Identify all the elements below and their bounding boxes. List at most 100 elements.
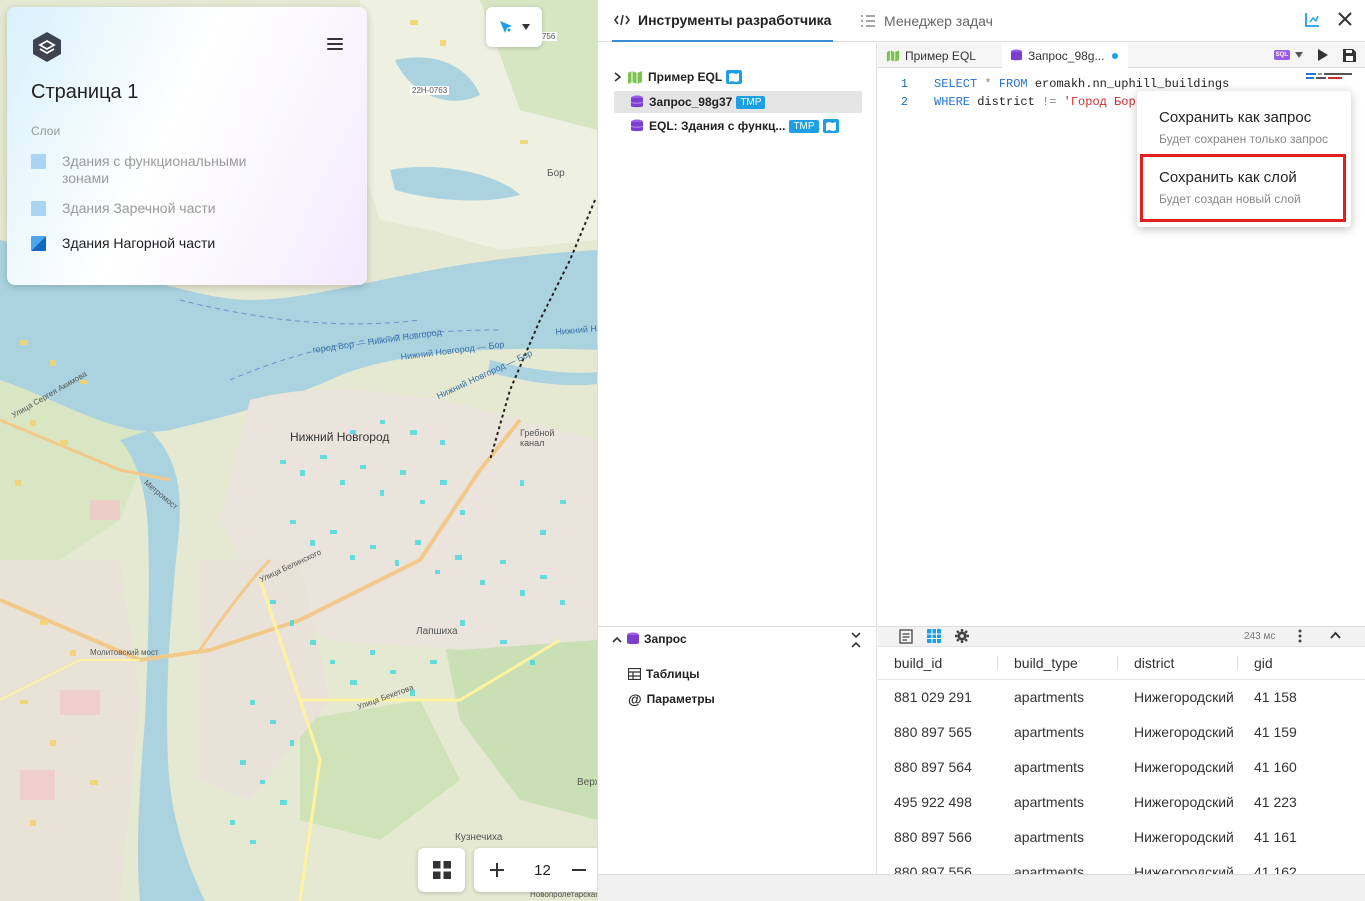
tree-item-query-98g37[interactable]: Запрос_98g37 TMP	[614, 91, 862, 113]
cell-district: Нижегородский	[1134, 793, 1234, 810]
layer-swatch-icon	[31, 201, 46, 216]
text-view-icon[interactable]	[899, 629, 913, 644]
caret-down-icon	[522, 24, 530, 30]
column-header[interactable]: build_id	[878, 647, 998, 680]
query-panel-item-label: Параметры	[646, 692, 715, 706]
results-table: build_id build_type district gid 881 029…	[878, 647, 1365, 874]
plus-icon	[490, 863, 504, 877]
tab-task-manager[interactable]: Менеджер задач	[860, 0, 993, 42]
layer-item-functional-zones[interactable]: Здания с функциональными зонами	[31, 153, 351, 187]
column-header[interactable]: gid	[1238, 647, 1365, 680]
query-panel: Запрос Таблицы @ Параметры	[598, 626, 877, 874]
database-icon	[630, 119, 644, 133]
tree-item-eql-functional-buildings[interactable]: EQL: Здания с функц... TMP	[614, 115, 862, 137]
cell-build-id: 881 029 291	[894, 688, 972, 705]
tree-item-label: Пример EQL	[648, 70, 723, 84]
map-badge-icon	[726, 70, 743, 84]
table-row[interactable]: 880 897 565 apartments Нижегородский 41 …	[878, 714, 1365, 749]
tree-item-eql-example[interactable]: Пример EQL	[614, 66, 862, 88]
tmp-badge: TMP	[789, 119, 819, 133]
select-tool-button[interactable]	[486, 7, 542, 47]
close-icon[interactable]	[1338, 12, 1352, 26]
cell-district: Нижегородский	[1134, 723, 1234, 740]
cell-build-type: apartments	[1014, 688, 1085, 705]
tmp-badge: TMP	[736, 95, 766, 109]
layer-item-nagornaya[interactable]: Здания Нагорной части	[31, 235, 351, 252]
table-row[interactable]: 881 029 291 apartments Нижегородский 41 …	[878, 679, 1365, 714]
collapse-expand-icon[interactable]	[851, 631, 861, 649]
map-label-bor: Бор	[547, 168, 565, 179]
table-row[interactable]: 495 922 498 apartments Нижегородский 41 …	[878, 784, 1365, 819]
map-canvas[interactable]: Бор Нижний Новгород Лапшиха Гребной кана…	[0, 0, 597, 901]
layer-item-zarechnaya[interactable]: Здания Заречной части	[31, 200, 351, 217]
query-panel-header[interactable]: Запрос	[612, 632, 687, 646]
tab-label: Инструменты разработчика	[638, 12, 832, 28]
more-vertical-icon[interactable]	[1298, 629, 1302, 643]
query-panel-item-label: Таблицы	[646, 667, 700, 681]
pointer-icon	[500, 21, 512, 33]
table-row[interactable]: 880 897 564 apartments Нижегородский 41 …	[878, 749, 1365, 784]
cell-gid: 41 159	[1254, 723, 1297, 740]
dock-layout-icon[interactable]	[1304, 12, 1320, 28]
layer-label: Здания с функциональными зонами	[62, 153, 247, 186]
line-number: 2	[900, 95, 908, 109]
save-icon[interactable]	[1343, 48, 1356, 62]
editor-tab-label: Запрос_98g...	[1028, 48, 1105, 63]
devtools-tabs: Инструменты разработчика Менеджер задач	[598, 0, 1365, 42]
save-as-query-option[interactable]: Сохранить как запрос Будет сохранен толь…	[1137, 109, 1351, 146]
table-row[interactable]: 880 897 566 apartments Нижегородский 41 …	[878, 819, 1365, 854]
query-timing: 243 мс	[1244, 631, 1276, 642]
map-badge-icon	[822, 119, 839, 133]
cell-gid: 41 160	[1254, 758, 1297, 775]
map-label-route: 756	[540, 32, 558, 41]
sql-identifier: district	[970, 95, 1043, 109]
zoom-control: 12	[474, 848, 597, 892]
cell-build-id: 880 897 565	[894, 723, 972, 740]
layers-panel: Страница 1 Слои Здания с функциональными…	[7, 7, 367, 285]
layer-swatch-icon	[31, 236, 46, 251]
tab-label: Менеджер задач	[884, 13, 993, 29]
page-title: Страница 1	[31, 81, 139, 103]
map-label-verkh: Верх	[577, 777, 597, 788]
column-header[interactable]: build_type	[998, 647, 1118, 680]
cell-district: Нижегородский	[1134, 863, 1234, 875]
layers-caption: Слои	[31, 124, 61, 138]
column-header[interactable]: district	[1118, 647, 1238, 680]
language-select[interactable]: SQL	[1273, 50, 1303, 60]
cell-gid: 41 158	[1254, 688, 1297, 705]
editor-tabs: Пример EQL Запрос_98g... SQL	[878, 43, 1365, 68]
layer-label: Здания Нагорной части	[62, 235, 216, 251]
caret-down-icon	[1295, 52, 1303, 58]
table-row[interactable]: 880 897 556 apartments Нижегородский 41 …	[878, 854, 1365, 875]
chevron-up-icon[interactable]	[1330, 631, 1341, 639]
grid-icon	[432, 861, 451, 879]
table-icon	[628, 668, 641, 680]
map-icon	[627, 70, 643, 84]
editor-tab-query[interactable]: Запрос_98g...	[1002, 43, 1128, 68]
grid-view-button[interactable]	[418, 848, 465, 892]
cell-build-type: apartments	[1014, 793, 1085, 810]
query-panel-tables[interactable]: Таблицы	[628, 667, 699, 681]
editor-tab-eql-example[interactable]: Пример EQL	[878, 43, 984, 68]
line-number: 1	[900, 77, 908, 91]
map-label-road-code: 22Н-0763	[410, 86, 450, 95]
map-label-lapshikha: Лапшиха	[416, 626, 458, 637]
cell-district: Нижегородский	[1134, 758, 1234, 775]
run-icon[interactable]	[1317, 48, 1329, 62]
hamburger-menu-icon[interactable]	[327, 38, 343, 52]
zoom-in-button[interactable]	[474, 848, 520, 892]
cell-build-id: 880 897 564	[894, 758, 972, 775]
table-view-icon[interactable]	[927, 629, 941, 643]
code-minimap[interactable]	[1306, 72, 1354, 80]
query-panel-parameters[interactable]: @ Параметры	[628, 691, 715, 707]
sql-keyword: SELECT	[934, 77, 978, 91]
map-icon	[886, 49, 900, 62]
zoom-out-button[interactable]	[565, 848, 597, 892]
chevron-right-icon	[614, 72, 622, 82]
cell-build-id: 495 922 498	[894, 793, 972, 810]
database-icon	[1010, 49, 1023, 62]
settings-gear-icon[interactable]	[955, 629, 969, 643]
tab-developer-tools[interactable]: Инструменты разработчика	[612, 0, 834, 42]
cell-build-type: apartments	[1014, 758, 1085, 775]
sql-string: 'Город Бор	[1056, 95, 1136, 109]
